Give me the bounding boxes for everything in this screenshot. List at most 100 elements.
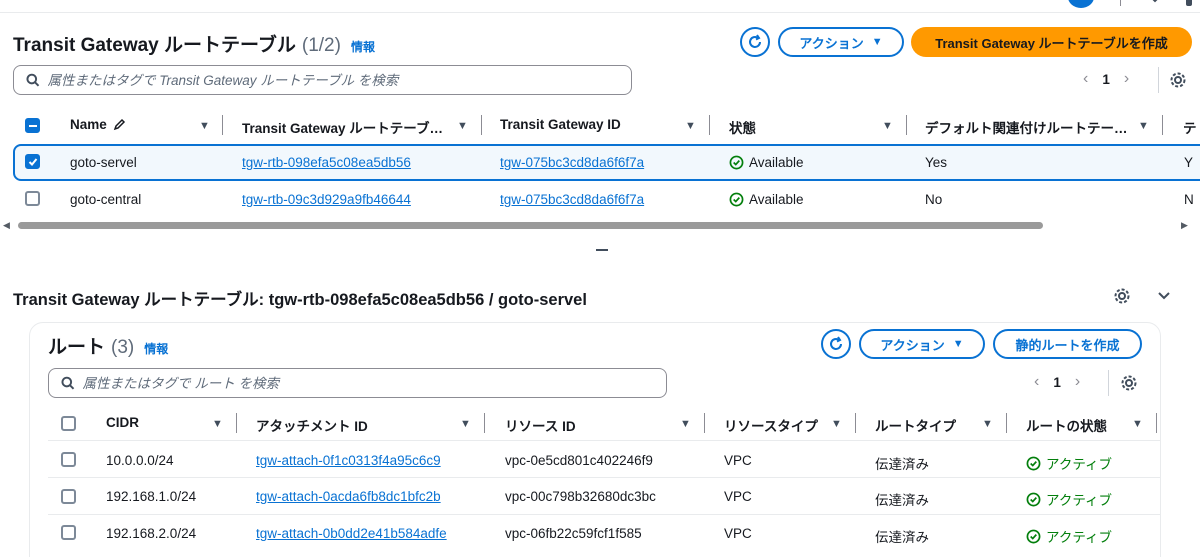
settings-gear-icon[interactable]	[1170, 72, 1186, 88]
column-separator	[481, 115, 482, 135]
search-icon	[26, 73, 40, 87]
next-column-value: N	[1184, 192, 1194, 207]
routes-select-all-checkbox[interactable]	[61, 416, 76, 431]
refresh-button[interactable]	[740, 27, 770, 57]
sort-icon[interactable]: ▼	[882, 120, 893, 132]
prev-page-icon[interactable]: ‹	[1034, 373, 1039, 391]
column-separator	[484, 413, 485, 433]
routes-pagination: ‹ 1 ›	[1034, 373, 1080, 391]
column-header-default-association[interactable]: デフォルト関連付けルートテー…	[925, 117, 1128, 137]
scroll-left-icon[interactable]: ◀	[3, 220, 10, 231]
route-type: 伝達済み	[875, 493, 929, 508]
transit-gateway-id-link[interactable]: tgw-075bc3cd8da6f6f7a	[500, 155, 644, 170]
horizontal-scrollbar[interactable]	[18, 222, 1043, 229]
sort-icon[interactable]: ▼	[982, 418, 993, 430]
sort-icon[interactable]: ▼	[680, 418, 691, 430]
actions-label: アクション	[799, 35, 864, 51]
attachment-id-link[interactable]: tgw-attach-0acda6fb8dc1bfc2b	[256, 489, 441, 504]
next-page-icon[interactable]: ›	[1124, 70, 1129, 88]
column-separator	[1156, 413, 1157, 433]
sort-icon[interactable]: ▼	[212, 418, 223, 430]
resource-type: VPC	[724, 526, 752, 541]
column-header-route-state[interactable]: ルートの状態	[1026, 415, 1107, 435]
create-static-route-button[interactable]: 静的ルートを作成	[993, 329, 1142, 359]
column-header-resource-id[interactable]: リソース ID	[505, 415, 576, 435]
status-available: Available	[729, 192, 804, 207]
row-checkbox[interactable]	[25, 154, 40, 169]
column-header-route-type[interactable]: ルートタイプ	[875, 415, 956, 435]
column-header-state[interactable]: 状態	[729, 117, 756, 137]
column-header-tgw-id[interactable]: Transit Gateway ID	[500, 117, 621, 132]
page-number[interactable]: 1	[1102, 72, 1110, 87]
row-name: goto-central	[70, 192, 142, 207]
caret-down-icon: ▼	[871, 36, 883, 48]
prev-page-icon[interactable]: ‹	[1083, 70, 1088, 88]
more-icon[interactable]	[1186, 0, 1192, 6]
row-name: goto-servel	[70, 155, 137, 170]
column-header-rtb-id[interactable]: Transit Gateway ルートテーブ…	[242, 117, 443, 137]
actions-dropdown[interactable]: アクション ▼	[778, 27, 904, 57]
routes-refresh-button[interactable]	[821, 329, 851, 359]
routes-info-link[interactable]: 情報	[144, 340, 168, 357]
status-available: Available	[729, 155, 804, 170]
transit-gateway-id-link[interactable]: tgw-075bc3cd8da6f6f7a	[500, 192, 644, 207]
column-separator	[855, 413, 856, 433]
search-input[interactable]	[47, 72, 631, 88]
route-cidr: 10.0.0.0/24	[106, 453, 174, 468]
sort-icon[interactable]: ▼	[1132, 418, 1143, 430]
column-header-name[interactable]: Name	[70, 117, 126, 132]
create-route-table-button[interactable]: Transit Gateway ルートテーブルを作成	[911, 27, 1192, 57]
next-page-icon[interactable]: ›	[1075, 373, 1080, 391]
column-header-cidr[interactable]: CIDR	[106, 415, 139, 430]
top-divider	[1120, 0, 1121, 6]
column-separator	[236, 413, 237, 433]
resource-id: vpc-0e5cd801c402246f9	[505, 453, 653, 468]
chevron-down-icon[interactable]	[1148, 0, 1162, 6]
route-table-id-link[interactable]: tgw-rtb-098efa5c08ea5db56	[242, 155, 411, 170]
sort-icon[interactable]: ▼	[460, 418, 471, 430]
column-separator	[709, 115, 710, 135]
resource-id: vpc-00c798b32680dc3bc	[505, 489, 656, 504]
route-row-checkbox[interactable]	[61, 452, 76, 467]
scroll-right-icon[interactable]: ▶	[1181, 220, 1188, 231]
route-row-checkbox[interactable]	[61, 525, 76, 540]
route-status-active: アクティブ	[1026, 526, 1112, 546]
attachment-id-link[interactable]: tgw-attach-0b0dd2e41b584adfe	[256, 526, 447, 541]
column-header-next[interactable]: テ	[1183, 117, 1197, 137]
routes-count: (3)	[111, 337, 135, 358]
attachment-id-link[interactable]: tgw-attach-0f1c0313f4a95c6c9	[256, 453, 441, 468]
column-header-resource-type[interactable]: リソースタイプ	[724, 415, 818, 435]
row-divider	[48, 477, 1160, 478]
select-all-checkbox[interactable]	[25, 118, 40, 133]
check-circle-icon	[729, 192, 744, 207]
routes-search[interactable]	[48, 368, 667, 398]
collapse-chevron-icon[interactable]	[1157, 289, 1171, 303]
header-divider	[48, 440, 1160, 441]
sort-icon[interactable]: ▼	[457, 120, 468, 132]
route-table-search[interactable]	[13, 65, 632, 95]
routes-settings-gear-icon[interactable]	[1121, 375, 1137, 391]
split-panel-settings-gear-icon[interactable]	[1114, 288, 1130, 304]
row-checkbox[interactable]	[25, 191, 40, 206]
route-row-checkbox[interactable]	[61, 489, 76, 504]
pager-divider	[1108, 370, 1109, 396]
page-number[interactable]: 1	[1053, 375, 1061, 390]
column-header-attachment-id[interactable]: アタッチメント ID	[256, 415, 368, 435]
refresh-icon	[749, 34, 761, 48]
routes-actions-dropdown[interactable]: アクション ▼	[859, 329, 985, 359]
user-avatar[interactable]	[1068, 0, 1094, 8]
column-separator	[704, 413, 705, 433]
routes-search-input[interactable]	[82, 375, 666, 391]
column-separator	[906, 115, 907, 135]
route-status-active: アクティブ	[1026, 489, 1112, 509]
route-tables-header: Transit Gateway ルートテーブル (1/2) 情報	[13, 30, 375, 57]
route-table-id-link[interactable]: tgw-rtb-09c3d929a9fb46644	[242, 192, 411, 207]
sort-icon[interactable]: ▼	[685, 120, 696, 132]
split-panel-drag-handle[interactable]	[596, 249, 608, 251]
check-circle-icon	[1026, 456, 1041, 470]
info-link[interactable]: 情報	[351, 38, 375, 55]
column-separator	[1006, 413, 1007, 433]
sort-icon[interactable]: ▼	[199, 120, 210, 132]
sort-icon[interactable]: ▼	[831, 418, 842, 430]
sort-icon[interactable]: ▼	[1138, 120, 1149, 132]
